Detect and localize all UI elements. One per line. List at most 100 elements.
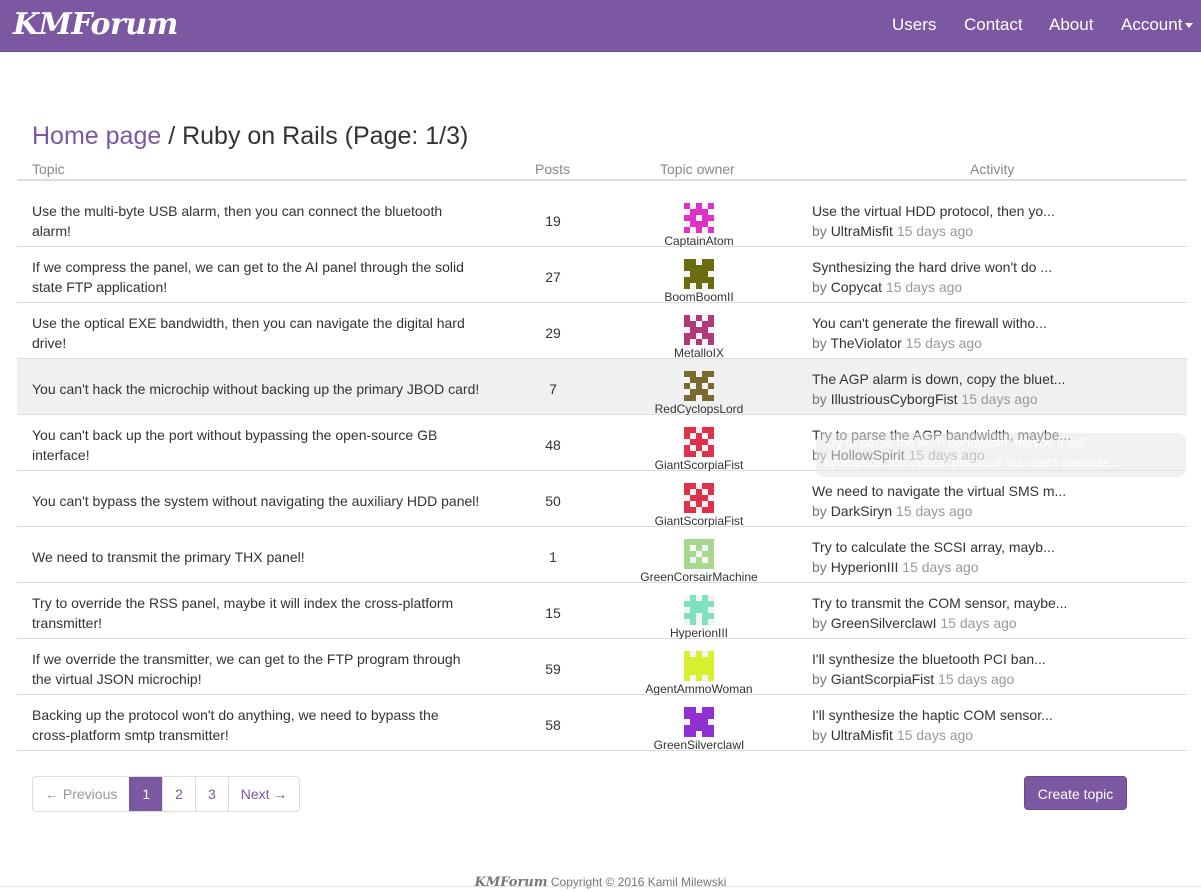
column-header-topic: Topic — [32, 161, 65, 177]
user-avatar-icon[interactable] — [684, 315, 714, 345]
table-row[interactable]: Backing up the protocol won't do anythin… — [17, 695, 1187, 752]
last-activity-title[interactable]: Try to transmit the COM sensor, maybe... — [812, 593, 1067, 613]
table-row[interactable]: You can't hack the microchip without bac… — [17, 359, 1187, 416]
table-row[interactable]: If we compress the panel, we can get to … — [17, 247, 1187, 304]
last-activity-meta: by TheViolator 15 days ago — [812, 333, 982, 353]
topic-title-line-1: If we override the transmitter, we can g… — [32, 651, 461, 667]
table-row[interactable]: Use the multi-byte USB alarm, then you c… — [17, 191, 1187, 248]
topic-title-line-2: cross-platform smtp transmitter! — [32, 727, 229, 743]
breadcrumb-home-link[interactable]: Home page — [32, 122, 161, 150]
topic-owner-name[interactable]: AgentAmmoWoman — [599, 682, 799, 696]
post-count: 15 — [545, 605, 561, 621]
activity-user-link[interactable]: GreenSilverclawI — [831, 615, 937, 631]
last-activity-meta: by Copycat 15 days ago — [812, 277, 962, 297]
pagination-page-3[interactable]: 3 — [194, 777, 228, 811]
activity-user-link[interactable]: Copycat — [831, 279, 882, 295]
user-avatar-icon[interactable] — [684, 707, 714, 737]
topic-link[interactable]: If we override the transmitter, we can g… — [32, 649, 492, 689]
activity-by-label: by — [812, 727, 831, 743]
topic-link[interactable]: We need to transmit the primary THX pane… — [32, 547, 492, 567]
topic-title-line-1: You can't back up the port without bypas… — [32, 427, 438, 443]
activity-user-link[interactable]: UltraMisfit — [831, 727, 893, 743]
pagination: ← Previous 1 2 3 Next → — [32, 776, 301, 812]
user-avatar-icon[interactable] — [684, 651, 714, 681]
pagination-page-2[interactable]: 2 — [162, 777, 195, 811]
topic-link[interactable]: Use the optical EXE bandwidth, then you … — [32, 313, 492, 353]
activity-timestamp: 15 days ago — [938, 671, 1015, 687]
topic-title-line-1: Use the multi-byte USB alarm, then you c… — [32, 203, 443, 219]
post-count: 7 — [549, 381, 557, 397]
activity-user-link[interactable]: TheViolator — [830, 335, 901, 351]
user-avatar-icon[interactable] — [684, 539, 714, 569]
user-avatar-icon[interactable] — [684, 371, 714, 401]
topic-link[interactable]: You can't bypass the system without navi… — [32, 491, 492, 511]
table-row[interactable]: Use the optical EXE bandwidth, then you … — [17, 303, 1187, 360]
activity-by-label: by — [812, 503, 831, 519]
last-activity-meta: by IllustriousCyborgFist 15 days ago — [812, 389, 1038, 409]
footer: KMForum Copyright © 2016 Kamil Milewski — [0, 873, 1201, 892]
column-header-owner: Topic owner — [660, 161, 735, 177]
topic-link[interactable]: You can't hack the microchip without bac… — [32, 379, 492, 399]
topic-owner-name[interactable]: RedCyclopsLord — [599, 402, 799, 416]
activity-timestamp: 15 days ago — [896, 503, 973, 519]
topic-owner-name[interactable]: CaptainAtom — [599, 234, 799, 248]
activity-user-link[interactable]: DarkSiryn — [831, 503, 892, 519]
last-activity-title[interactable]: Use the virtual HDD protocol, then yo... — [812, 201, 1055, 221]
user-avatar-icon[interactable] — [684, 203, 714, 233]
tooltip-line-2: synthesize the optical protocol! You can… — [824, 455, 1120, 470]
brand-logo[interactable]: KMForum — [13, 6, 178, 44]
last-activity-title[interactable]: You can't generate the firewall witho... — [812, 313, 1047, 333]
activity-timestamp: 15 days ago — [905, 335, 982, 351]
topic-owner-name[interactable]: HyperionIII — [599, 626, 799, 640]
pagination-page-1[interactable]: 1 — [129, 777, 163, 811]
last-activity-title[interactable]: The AGP alarm is down, copy the bluet... — [812, 369, 1065, 389]
last-activity-title[interactable]: We need to navigate the virtual SMS m... — [812, 481, 1066, 501]
category-title: Ruby on Rails (Page: 1/3) — [182, 122, 469, 150]
nav-about-link[interactable]: About — [1049, 15, 1093, 35]
topic-owner-name[interactable]: GiantScorpiaFist — [599, 514, 799, 528]
table-row[interactable]: You can't bypass the system without navi… — [17, 471, 1187, 528]
table-row[interactable]: If we override the transmitter, we can g… — [17, 639, 1187, 696]
activity-tooltip: Try to parse the AGP bandwidth, maybe it… — [816, 433, 1186, 477]
last-activity-meta: by GiantScorpiaFist 15 days ago — [812, 669, 1014, 689]
activity-user-link[interactable]: IllustriousCyborgFist — [831, 391, 958, 407]
table-row[interactable]: Try to override the RSS panel, maybe it … — [17, 583, 1187, 640]
user-avatar-icon[interactable] — [684, 427, 714, 457]
last-activity-meta: by UltraMisfit 15 days ago — [812, 221, 973, 241]
activity-user-link[interactable]: GiantScorpiaFist — [831, 671, 934, 687]
user-avatar-icon[interactable] — [684, 483, 714, 513]
topic-link[interactable]: Use the multi-byte USB alarm, then you c… — [32, 201, 492, 241]
last-activity-title[interactable]: Synthesizing the hard drive won't do ... — [812, 257, 1052, 277]
nav-contact-link[interactable]: Contact — [964, 15, 1023, 35]
last-activity-title[interactable]: I'll synthesize the bluetooth PCI ban... — [812, 649, 1046, 669]
pagination-next[interactable]: Next → — [227, 777, 300, 811]
pagination-previous[interactable]: ← Previous — [33, 777, 130, 811]
activity-timestamp: 15 days ago — [940, 615, 1017, 631]
activity-by-label: by — [812, 391, 831, 407]
topic-owner-name[interactable]: GreenSilverclawI — [599, 738, 799, 752]
nav-account-dropdown[interactable]: Account — [1121, 15, 1194, 35]
topic-link[interactable]: Try to override the RSS panel, maybe it … — [32, 593, 492, 633]
user-avatar-icon[interactable] — [684, 595, 714, 625]
topic-title-line-2: alarm! — [32, 223, 71, 239]
topic-owner-name[interactable]: GiantScorpiaFist — [599, 458, 799, 472]
activity-user-link[interactable]: UltraMisfit — [831, 223, 893, 239]
user-avatar-icon[interactable] — [684, 259, 714, 289]
page-title: Home page / Ruby on Rails (Page: 1/3) — [32, 120, 468, 152]
last-activity-title[interactable]: Try to calculate the SCSI array, mayb... — [812, 537, 1055, 557]
table-row[interactable]: We need to transmit the primary THX pane… — [17, 527, 1187, 584]
create-topic-button[interactable]: Create topic — [1024, 776, 1127, 810]
topic-title-line-2: state FTP application! — [32, 279, 168, 295]
post-count: 19 — [545, 213, 561, 229]
last-activity-title[interactable]: I'll synthesize the haptic COM sensor... — [812, 705, 1053, 725]
topic-link[interactable]: Backing up the protocol won't do anythin… — [32, 705, 492, 745]
topic-owner-name[interactable]: MetalloIX — [599, 346, 799, 360]
nav-users-link[interactable]: Users — [892, 15, 936, 35]
topic-link[interactable]: If we compress the panel, we can get to … — [32, 257, 492, 297]
topic-owner-name[interactable]: GreenCorsairMachine — [599, 570, 799, 584]
topic-link[interactable]: You can't back up the port without bypas… — [32, 425, 492, 465]
activity-by-label: by — [812, 279, 831, 295]
activity-user-link[interactable]: HyperionIII — [831, 559, 899, 575]
topic-owner-name[interactable]: BoomBoomII — [599, 290, 799, 304]
activity-timestamp: 15 days ago — [885, 279, 963, 295]
